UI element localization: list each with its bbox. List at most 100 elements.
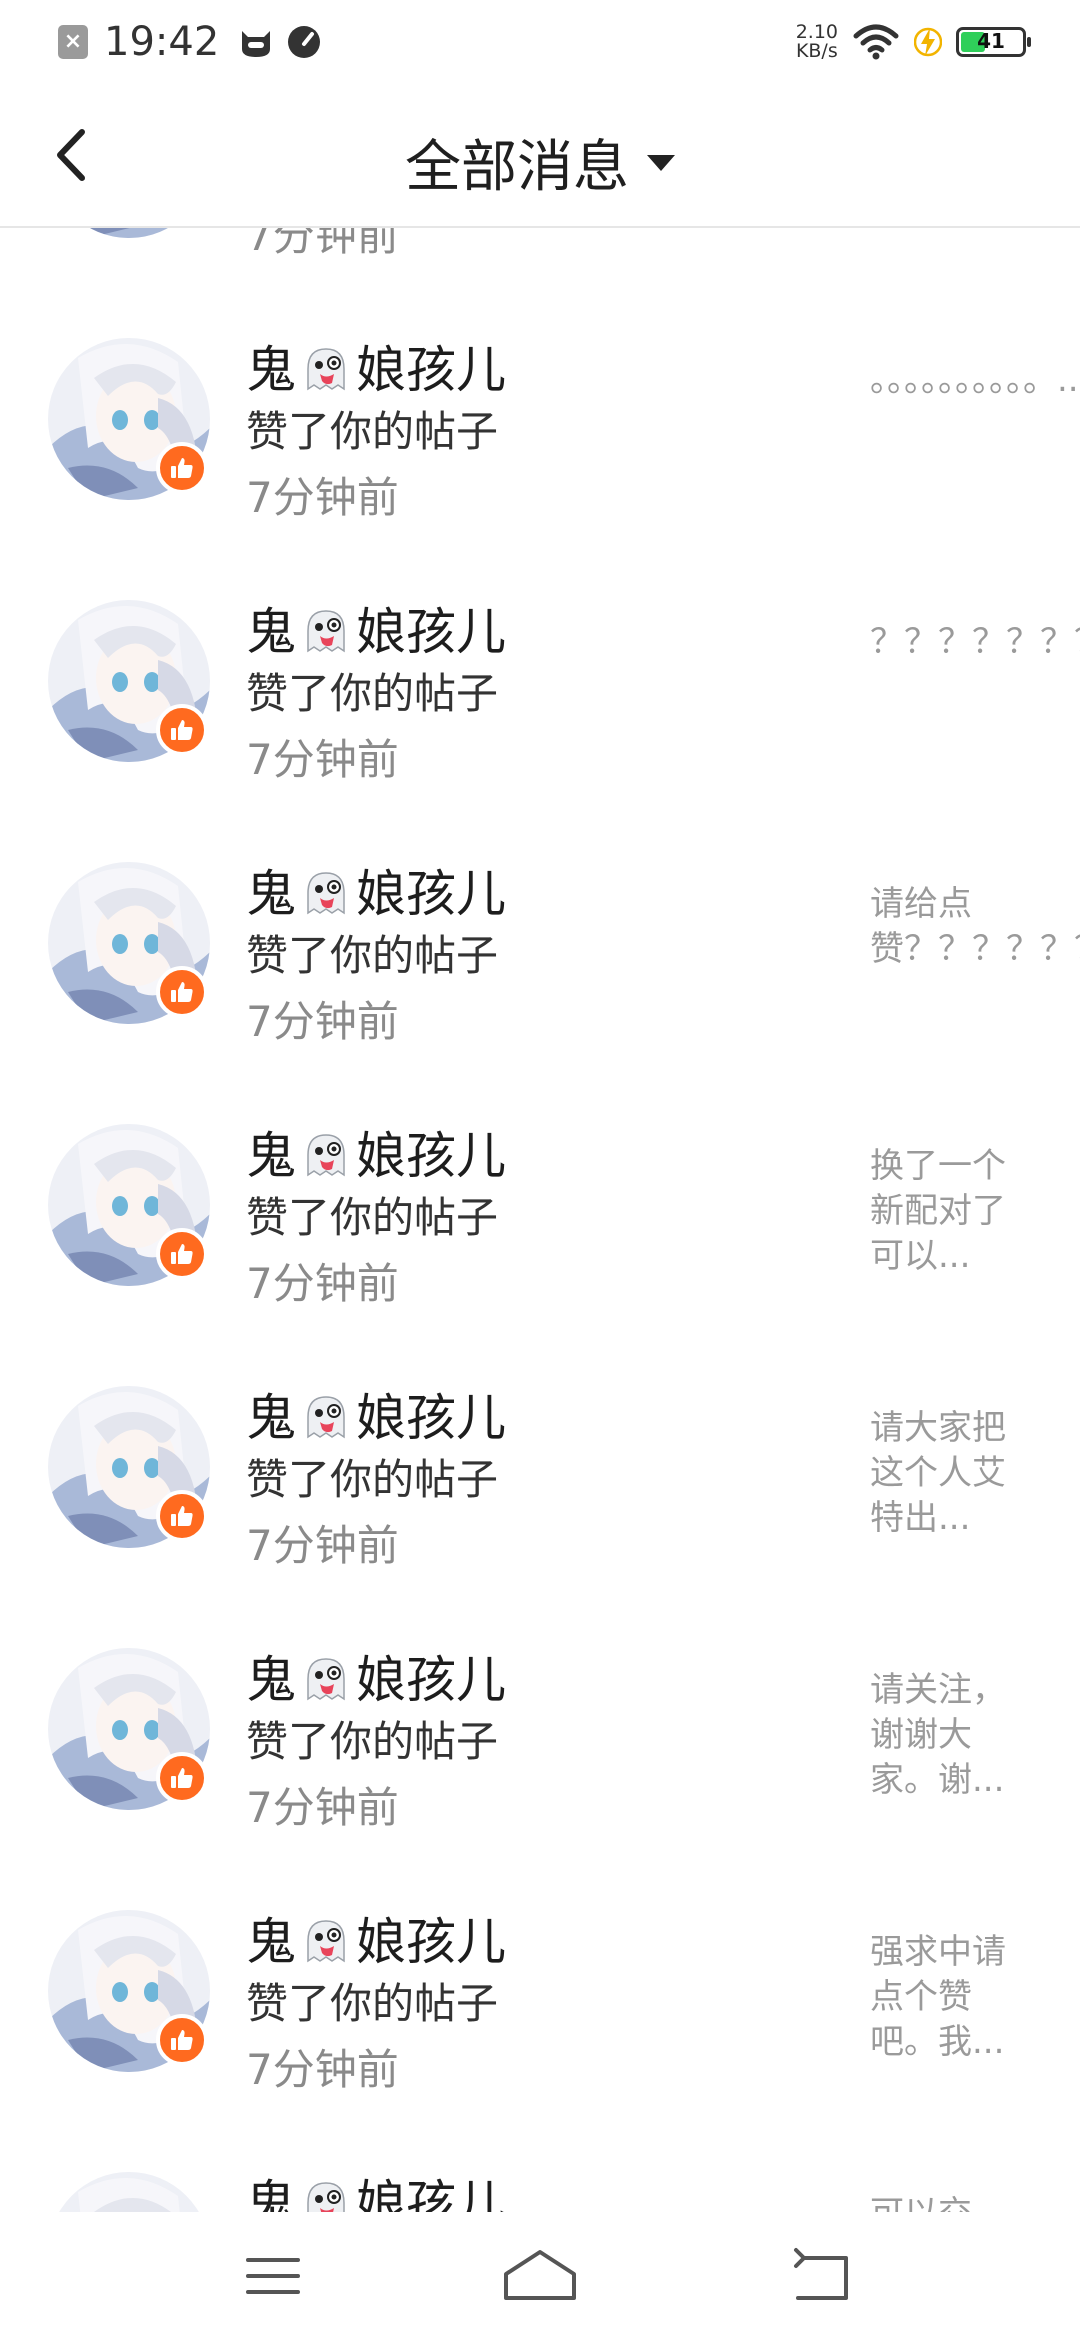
sender-name-part1: 鬼 [246,341,296,399]
like-badge [156,1490,208,1542]
close-box-icon: × [58,25,88,59]
notification-item[interactable]: 鬼 娘孩儿 赞了你的帖子 7分钟前 换了一个新配对了可以... [0,1124,1080,1386]
notification-list[interactable]: 鬼 娘孩儿 赞了你的帖子 7分钟前 [0,226,1080,2212]
battery-level-text: 41 [977,29,1005,53]
notification-item[interactable]: 鬼 娘孩儿 赞了你的帖子 7分钟前 请大家把这个人艾特出... [0,1386,1080,1648]
system-navigation-bar [0,2212,1080,2340]
notification-item[interactable]: 鬼 娘孩儿 赞了你的帖子 7分钟前 强求中请点个赞吧。我... [0,1910,1080,2172]
action-text: 赞了你的帖子 [246,1193,499,1242]
sender-name-part2: 娘孩儿 [356,1651,506,1709]
sender-name-part1: 鬼 [246,603,296,661]
sender-name-part2: 娘孩儿 [356,603,506,661]
sender-name-part2: 娘孩儿 [356,341,506,399]
action-text: 赞了你的帖子 [246,931,499,980]
post-preview[interactable]: 请大家把这个人艾特出... [870,1406,1030,1541]
sender-name: 鬼 娘孩儿 [246,592,506,664]
ghost-emoji-icon [307,872,345,915]
ghost-emoji-icon [307,610,345,653]
ghost-emoji-icon [307,1134,345,1177]
timestamp: 7分钟前 [246,997,399,1046]
thumbs-up-icon [171,458,193,478]
thumbs-up-icon [171,1244,193,1264]
thumbs-up-icon [171,720,193,740]
post-preview[interactable]: 可以交友... [870,2192,1030,2212]
timestamp: 7分钟前 [246,473,399,522]
sender-name-part1: 鬼 [246,2175,296,2212]
sender-name-part1: 鬼 [246,1651,296,1709]
action-text: 赞了你的帖子 [246,1979,499,2028]
sender-name-part1: 鬼 [246,1127,296,1185]
sender-name: 鬼 娘孩儿 [246,1640,506,1712]
menu-icon[interactable] [236,2240,316,2310]
action-text: 赞了你的帖子 [246,669,499,718]
notification-item[interactable]: 鬼 娘孩儿 赞了你的帖子 7分钟前 请关注，谢谢大家。谢... [0,1648,1080,1910]
sender-name: 鬼 娘孩儿 [246,1378,506,1450]
cat-face-icon [242,31,271,57]
sender-name-part2: 娘孩儿 [356,1127,506,1185]
sender-name: 鬼 娘孩儿 [246,330,506,402]
charging-bolt-icon [914,27,942,57]
like-badge [156,2014,208,2066]
timestamp: 7分钟前 [246,1259,399,1308]
post-preview[interactable]: ？？？？？？？？？？... [870,620,1080,665]
notification-item[interactable]: 鬼 娘孩儿 可以交友... [0,2172,1080,2212]
clock: 19:42 [104,19,220,65]
timestamp: 7分钟前 [246,1521,399,1570]
notification-item[interactable]: 鬼 娘孩儿 赞了你的帖子 7分钟前 。。。。。。。。。。... [0,338,1080,600]
status-bar-right: 2.10 KB/s 41 [796,18,1031,66]
status-bar-left: × 19:42 [58,18,323,66]
battery-icon: 41 [956,27,1031,57]
thumbs-up-icon [171,982,193,1002]
sender-name: 鬼 娘孩儿 [246,854,506,926]
page-title[interactable]: 全部消息 [405,135,629,200]
notification-item[interactable]: 鬼 娘孩儿 赞了你的帖子 7分钟前 请给点赞？？？？？？ [0,862,1080,1124]
sender-name-part2: 娘孩儿 [356,1389,506,1447]
sender-name-part2: 娘孩儿 [356,1913,506,1971]
ghost-emoji-icon [307,1920,345,1963]
thumbs-up-icon [171,2030,193,2050]
sender-name-part1: 鬼 [246,1913,296,1971]
timestamp: 7分钟前 [246,226,399,260]
notification-item[interactable]: 鬼 娘孩儿 赞了你的帖子 7分钟前 [0,226,1080,338]
post-preview[interactable]: 请给点赞？？？？？？ [870,882,1080,972]
action-text: 赞了你的帖子 [246,1717,499,1766]
sender-name: 鬼 娘孩儿 [246,1116,506,1188]
like-badge [156,442,208,494]
thumbs-up-icon [171,1768,193,1788]
sender-name-part2: 娘孩儿 [356,865,506,923]
caret-down-icon[interactable] [647,154,675,171]
like-badge [156,1228,208,1280]
post-preview[interactable]: 换了一个新配对了可以... [870,1144,1030,1279]
ghost-emoji-icon [307,2182,345,2212]
like-badge [156,966,208,1018]
back-icon[interactable] [784,2240,864,2310]
home-icon[interactable] [500,2240,580,2310]
like-badge [156,704,208,756]
sender-name: 鬼 娘孩儿 [246,2164,506,2212]
timestamp: 7分钟前 [246,2045,399,2094]
action-text: 赞了你的帖子 [246,407,499,456]
ghost-emoji-icon [307,1658,345,1701]
sender-name-part1: 鬼 [246,1389,296,1447]
title-dropdown[interactable]: 全部消息 [0,122,1080,203]
timestamp: 7分钟前 [246,735,399,784]
wifi-icon [853,24,899,60]
action-text: 赞了你的帖子 [246,1455,499,1504]
network-speed: 2.10 KB/s [796,23,838,61]
sender-name-part2: 娘孩儿 [356,2175,506,2212]
sender-name: 鬼 娘孩儿 [246,1902,506,1974]
ghost-emoji-icon [307,1396,345,1439]
timestamp: 7分钟前 [246,1783,399,1832]
avatar[interactable] [48,2172,210,2212]
network-speed-unit: KB/s [795,40,838,62]
notification-item[interactable]: 鬼 娘孩儿 赞了你的帖子 7分钟前 ？？？？？？？？？？... [0,600,1080,862]
top-app-bar: 全部消息 [0,84,1080,228]
status-bar: × 19:42 2.10 KB/s 41 [0,0,1080,84]
thumbs-up-icon [171,1506,193,1526]
sender-name-part1: 鬼 [246,865,296,923]
post-preview[interactable]: 。。。。。。。。。。... [870,358,1080,403]
post-preview[interactable]: 请关注，谢谢大家。谢... [870,1668,1030,1803]
avatar-image [48,2172,210,2212]
post-preview[interactable]: 强求中请点个赞吧。我... [870,1930,1030,2065]
like-badge [156,1752,208,1804]
